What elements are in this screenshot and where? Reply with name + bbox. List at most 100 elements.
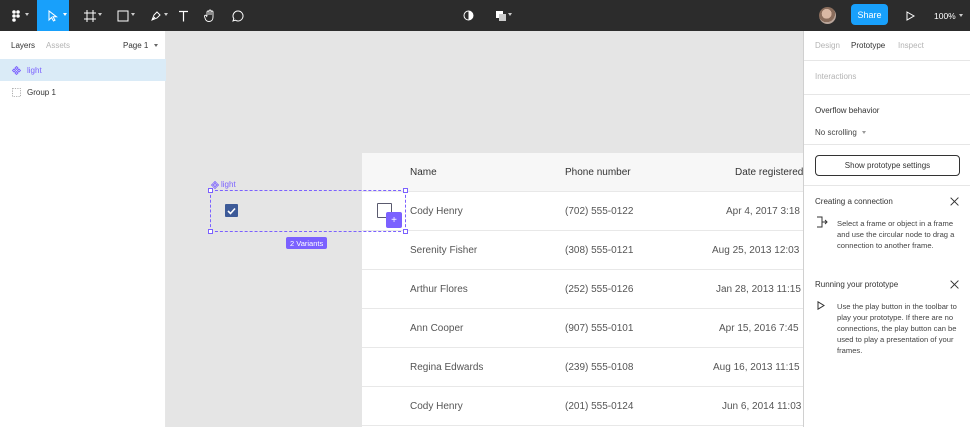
component-frame-label[interactable]: light bbox=[211, 180, 236, 189]
tab-assets[interactable]: Assets bbox=[46, 41, 70, 50]
layer-label: Group 1 bbox=[27, 88, 56, 97]
layer-item-group-1[interactable]: Group 1 bbox=[0, 81, 166, 103]
cell-name: Cody Henry bbox=[410, 206, 463, 217]
cell-name: Arthur Flores bbox=[410, 284, 468, 295]
toolbar: Share 100% bbox=[0, 0, 970, 31]
user-avatar[interactable] bbox=[819, 7, 836, 24]
cell-phone: (252) 555-0126 bbox=[565, 284, 634, 295]
checkmark-icon bbox=[227, 207, 236, 215]
overflow-dropdown[interactable]: No scrolling bbox=[815, 128, 867, 137]
plus-icon: + bbox=[391, 214, 397, 226]
creating-connection-heading: Creating a connection bbox=[815, 197, 893, 206]
chevron-down-icon bbox=[862, 131, 867, 135]
tab-design[interactable]: Design bbox=[815, 41, 840, 50]
column-header-name: Name bbox=[410, 167, 437, 178]
tab-prototype[interactable]: Prototype bbox=[851, 41, 885, 50]
chevron-down-icon bbox=[153, 44, 158, 48]
checkbox-checked-variant[interactable] bbox=[225, 204, 238, 217]
figma-logo-icon bbox=[11, 9, 20, 22]
overflow-value: No scrolling bbox=[815, 128, 857, 137]
divider bbox=[804, 144, 970, 145]
table-row[interactable]: Cody Henry (201) 555-0124 Jun 6, 2014 11… bbox=[362, 387, 803, 426]
overflow-behavior-heading: Overflow behavior bbox=[815, 106, 880, 115]
contrast-icon bbox=[463, 10, 474, 21]
cell-phone: (308) 555-0121 bbox=[565, 245, 634, 256]
tab-inspect[interactable]: Inspect bbox=[898, 41, 924, 50]
canvas[interactable]: Name Phone number Date registered Cody H… bbox=[166, 31, 803, 427]
cell-name: Serenity Fisher bbox=[410, 245, 478, 256]
move-tool-button[interactable] bbox=[37, 0, 69, 31]
divider bbox=[804, 94, 970, 95]
share-button[interactable]: Share bbox=[851, 4, 888, 25]
chevron-down-icon bbox=[131, 13, 135, 16]
divider bbox=[804, 60, 970, 61]
zoom-level: 100% bbox=[934, 10, 956, 21]
chevron-down-icon bbox=[958, 14, 963, 17]
shape-tool-button[interactable] bbox=[108, 0, 137, 31]
table-row[interactable]: Cody Henry (702) 555-0122 Apr 4, 2017 3:… bbox=[362, 192, 803, 231]
properties-panel: Design Prototype Inspect Interactions Ov… bbox=[803, 31, 970, 427]
table-frame[interactable]: Name Phone number Date registered Cody H… bbox=[362, 153, 803, 427]
column-header-phone: Phone number bbox=[565, 167, 631, 178]
boolean-icon bbox=[495, 10, 507, 22]
connection-icon bbox=[816, 216, 828, 231]
hand-tool-button[interactable] bbox=[199, 0, 221, 31]
frame-icon bbox=[83, 9, 96, 22]
component-icon bbox=[11, 65, 21, 75]
theme-toggle-button[interactable] bbox=[460, 0, 476, 31]
divider bbox=[804, 185, 970, 186]
cell-name: Regina Edwards bbox=[410, 362, 484, 373]
play-icon bbox=[817, 300, 825, 313]
cell-date: Aug 16, 2013 11:15 bbox=[713, 362, 800, 373]
text-tool-button[interactable] bbox=[172, 0, 194, 31]
table-row[interactable]: Regina Edwards (239) 555-0108 Aug 16, 20… bbox=[362, 348, 803, 387]
table-row[interactable]: Ann Cooper (907) 555-0101 Apr 15, 2016 7… bbox=[362, 309, 803, 348]
resize-handle[interactable] bbox=[403, 229, 408, 234]
comment-tool-button[interactable] bbox=[227, 0, 249, 31]
running-prototype-heading: Running your prototype bbox=[815, 280, 899, 289]
cell-name: Cody Henry bbox=[410, 401, 463, 412]
zoom-dropdown[interactable]: 100% bbox=[934, 0, 963, 31]
chevron-down-icon bbox=[25, 13, 29, 16]
play-icon bbox=[906, 10, 915, 21]
close-icon[interactable] bbox=[950, 280, 959, 289]
cell-date: Jun 6, 2014 11:03 bbox=[722, 401, 802, 412]
cursor-icon bbox=[48, 9, 58, 22]
table-row[interactable]: Serenity Fisher (308) 555-0121 Aug 25, 2… bbox=[362, 231, 803, 270]
tab-layers[interactable]: Layers bbox=[11, 41, 35, 50]
chevron-down-icon bbox=[164, 13, 168, 16]
layer-item-light[interactable]: light bbox=[0, 59, 166, 81]
main-menu-button[interactable] bbox=[0, 0, 31, 31]
chevron-down-icon bbox=[98, 13, 102, 16]
hand-icon bbox=[204, 9, 216, 22]
group-icon bbox=[11, 87, 21, 97]
left-panel-tabs: Layers Assets Page 1 bbox=[0, 31, 166, 59]
pen-tool-button[interactable] bbox=[141, 0, 170, 31]
prototype-connection-node[interactable]: + bbox=[386, 212, 402, 228]
cell-date: Apr 15, 2016 7:45 bbox=[719, 323, 799, 334]
close-icon[interactable] bbox=[950, 197, 959, 206]
pen-icon bbox=[150, 10, 162, 22]
resize-handle[interactable] bbox=[403, 188, 408, 193]
cell-date: Apr 4, 2017 3:18 bbox=[726, 206, 800, 217]
boolean-groups-button[interactable] bbox=[488, 0, 514, 31]
chevron-down-icon bbox=[63, 13, 67, 16]
rectangle-icon bbox=[117, 10, 129, 22]
frame-tool-button[interactable] bbox=[75, 0, 104, 31]
column-header-date: Date registered bbox=[735, 167, 803, 178]
chevron-down-icon bbox=[508, 13, 512, 16]
present-button[interactable] bbox=[903, 0, 917, 31]
running-prototype-text: Use the play button in the toolbar to pl… bbox=[837, 302, 957, 355]
cell-name: Ann Cooper bbox=[410, 323, 464, 334]
table-header-row: Name Phone number Date registered bbox=[362, 153, 803, 192]
page-selector[interactable]: Page 1 bbox=[123, 41, 158, 50]
table-row[interactable]: Arthur Flores (252) 555-0126 Jan 28, 201… bbox=[362, 270, 803, 309]
cell-phone: (239) 555-0108 bbox=[565, 362, 634, 373]
variants-badge[interactable]: 2 Variants bbox=[286, 237, 328, 249]
cell-phone: (702) 555-0122 bbox=[565, 206, 634, 217]
cell-date: Jan 28, 2013 11:15 bbox=[716, 284, 801, 295]
cell-phone: (907) 555-0101 bbox=[565, 323, 634, 334]
resize-handle[interactable] bbox=[208, 229, 213, 234]
resize-handle[interactable] bbox=[208, 188, 213, 193]
show-prototype-settings-button[interactable]: Show prototype settings bbox=[815, 155, 960, 176]
